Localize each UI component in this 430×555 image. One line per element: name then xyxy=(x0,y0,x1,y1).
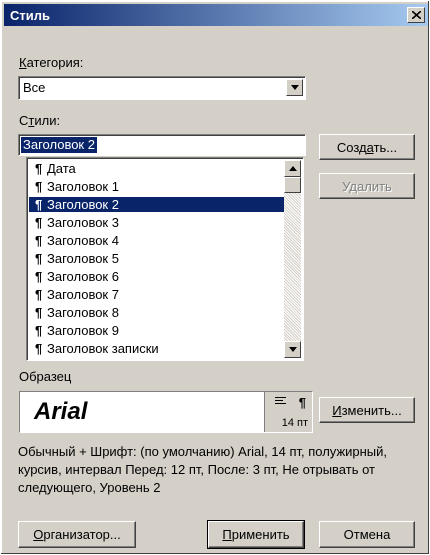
style-preview: Arial ¶ 14 пт xyxy=(19,391,313,433)
scroll-up-button[interactable] xyxy=(284,160,301,177)
pilcrow-icon: ¶ xyxy=(35,179,43,194)
list-item[interactable]: ¶ Заголовок 9 xyxy=(29,323,285,338)
style-name-value: Заголовок 2 xyxy=(21,137,97,153)
list-item[interactable]: ¶ Заголовок 8 xyxy=(29,305,285,320)
list-item[interactable]: ¶ Заголовок 2 xyxy=(29,197,285,212)
list-item-label: Дата xyxy=(47,161,76,176)
modify-button[interactable]: Изменить... xyxy=(319,397,415,423)
pilcrow-icon: ¶ xyxy=(35,305,43,320)
align-left-icon xyxy=(275,397,286,406)
pilcrow-icon: ¶ xyxy=(35,161,43,176)
list-item[interactable]: ¶ Заголовок 3 xyxy=(29,215,285,230)
list-item-label: Заголовок 9 xyxy=(47,323,119,338)
close-icon xyxy=(411,11,421,19)
close-button[interactable] xyxy=(407,7,425,23)
pilcrow-icon: ¶ xyxy=(298,395,306,410)
list-item-label: Заголовок 8 xyxy=(47,305,119,320)
list-item[interactable]: ¶ Заголовок 1 xyxy=(29,179,285,194)
category-value: Все xyxy=(23,80,46,95)
pilcrow-icon: ¶ xyxy=(35,341,43,356)
list-item[interactable]: ¶ Заголовок 7 xyxy=(29,287,285,302)
font-preview-text: Arial xyxy=(34,398,88,425)
list-item-label: Заголовок 4 xyxy=(47,233,119,248)
scroll-down-button[interactable] xyxy=(284,341,301,358)
list-item-label: Заголовок 7 xyxy=(47,287,119,302)
list-item-label: Заголовок 1 xyxy=(47,179,119,194)
organizer-button[interactable]: Организатор... xyxy=(18,521,136,548)
styles-list[interactable]: ¶ Дата ¶ Заголовок 1 ¶ Заголовок 2 ¶ Заголовок … xyxy=(26,157,304,361)
pilcrow-icon: ¶ xyxy=(35,251,43,266)
list-item-label: Заголовок 5 xyxy=(47,251,119,266)
category-label: Категория: xyxy=(19,55,84,70)
pilcrow-icon: ¶ xyxy=(35,269,43,284)
pilcrow-icon: ¶ xyxy=(35,215,43,230)
pilcrow-icon: ¶ xyxy=(35,233,43,248)
pilcrow-icon: ¶ xyxy=(35,287,43,302)
delete-button[interactable]: Удалить xyxy=(319,173,415,199)
style-name-input[interactable]: Заголовок 2 xyxy=(18,134,306,156)
category-combobox[interactable]: Все xyxy=(18,76,306,100)
create-button[interactable]: Создать... xyxy=(319,134,415,160)
pilcrow-icon: ¶ xyxy=(35,323,43,338)
list-item[interactable]: ¶ Дата xyxy=(29,161,285,176)
arrow-down-icon xyxy=(288,347,297,352)
cancel-button[interactable]: Отмена xyxy=(319,521,415,548)
list-item[interactable]: ¶ Заголовок 4 xyxy=(29,233,285,248)
list-item-label: Заголовок записки xyxy=(47,341,159,356)
list-item[interactable]: ¶ Заголовок 5 xyxy=(29,251,285,266)
style-description: Обычный + Шрифт: (по умолчанию) Arial, 1… xyxy=(18,444,388,495)
styles-label: Стили: xyxy=(19,113,61,128)
font-size-value: 14 пт xyxy=(281,417,308,429)
sample-label: Образец xyxy=(19,369,72,384)
arrow-up-icon xyxy=(288,166,297,171)
list-item-label: Заголовок 2 xyxy=(47,197,119,212)
title-bar[interactable]: Стиль xyxy=(4,4,428,26)
preview-info: ¶ 14 пт xyxy=(264,392,312,432)
apply-button[interactable]: Применить xyxy=(207,520,305,549)
window-title: Стиль xyxy=(10,7,50,23)
scroll-thumb[interactable] xyxy=(284,177,301,193)
list-item-label: Заголовок 6 xyxy=(47,269,119,284)
list-item[interactable]: ¶ Заголовок записки xyxy=(29,341,285,356)
chevron-down-icon xyxy=(290,85,299,90)
style-dialog: Стиль Категория: Все Стили: Заголовок 2 … xyxy=(0,0,430,555)
list-item-label: Заголовок 3 xyxy=(47,215,119,230)
pilcrow-icon: ¶ xyxy=(35,197,43,212)
category-dropdown-button[interactable] xyxy=(286,79,303,96)
list-item[interactable]: ¶ Заголовок 6 xyxy=(29,269,285,284)
styles-list-scrollbar[interactable] xyxy=(284,160,301,358)
